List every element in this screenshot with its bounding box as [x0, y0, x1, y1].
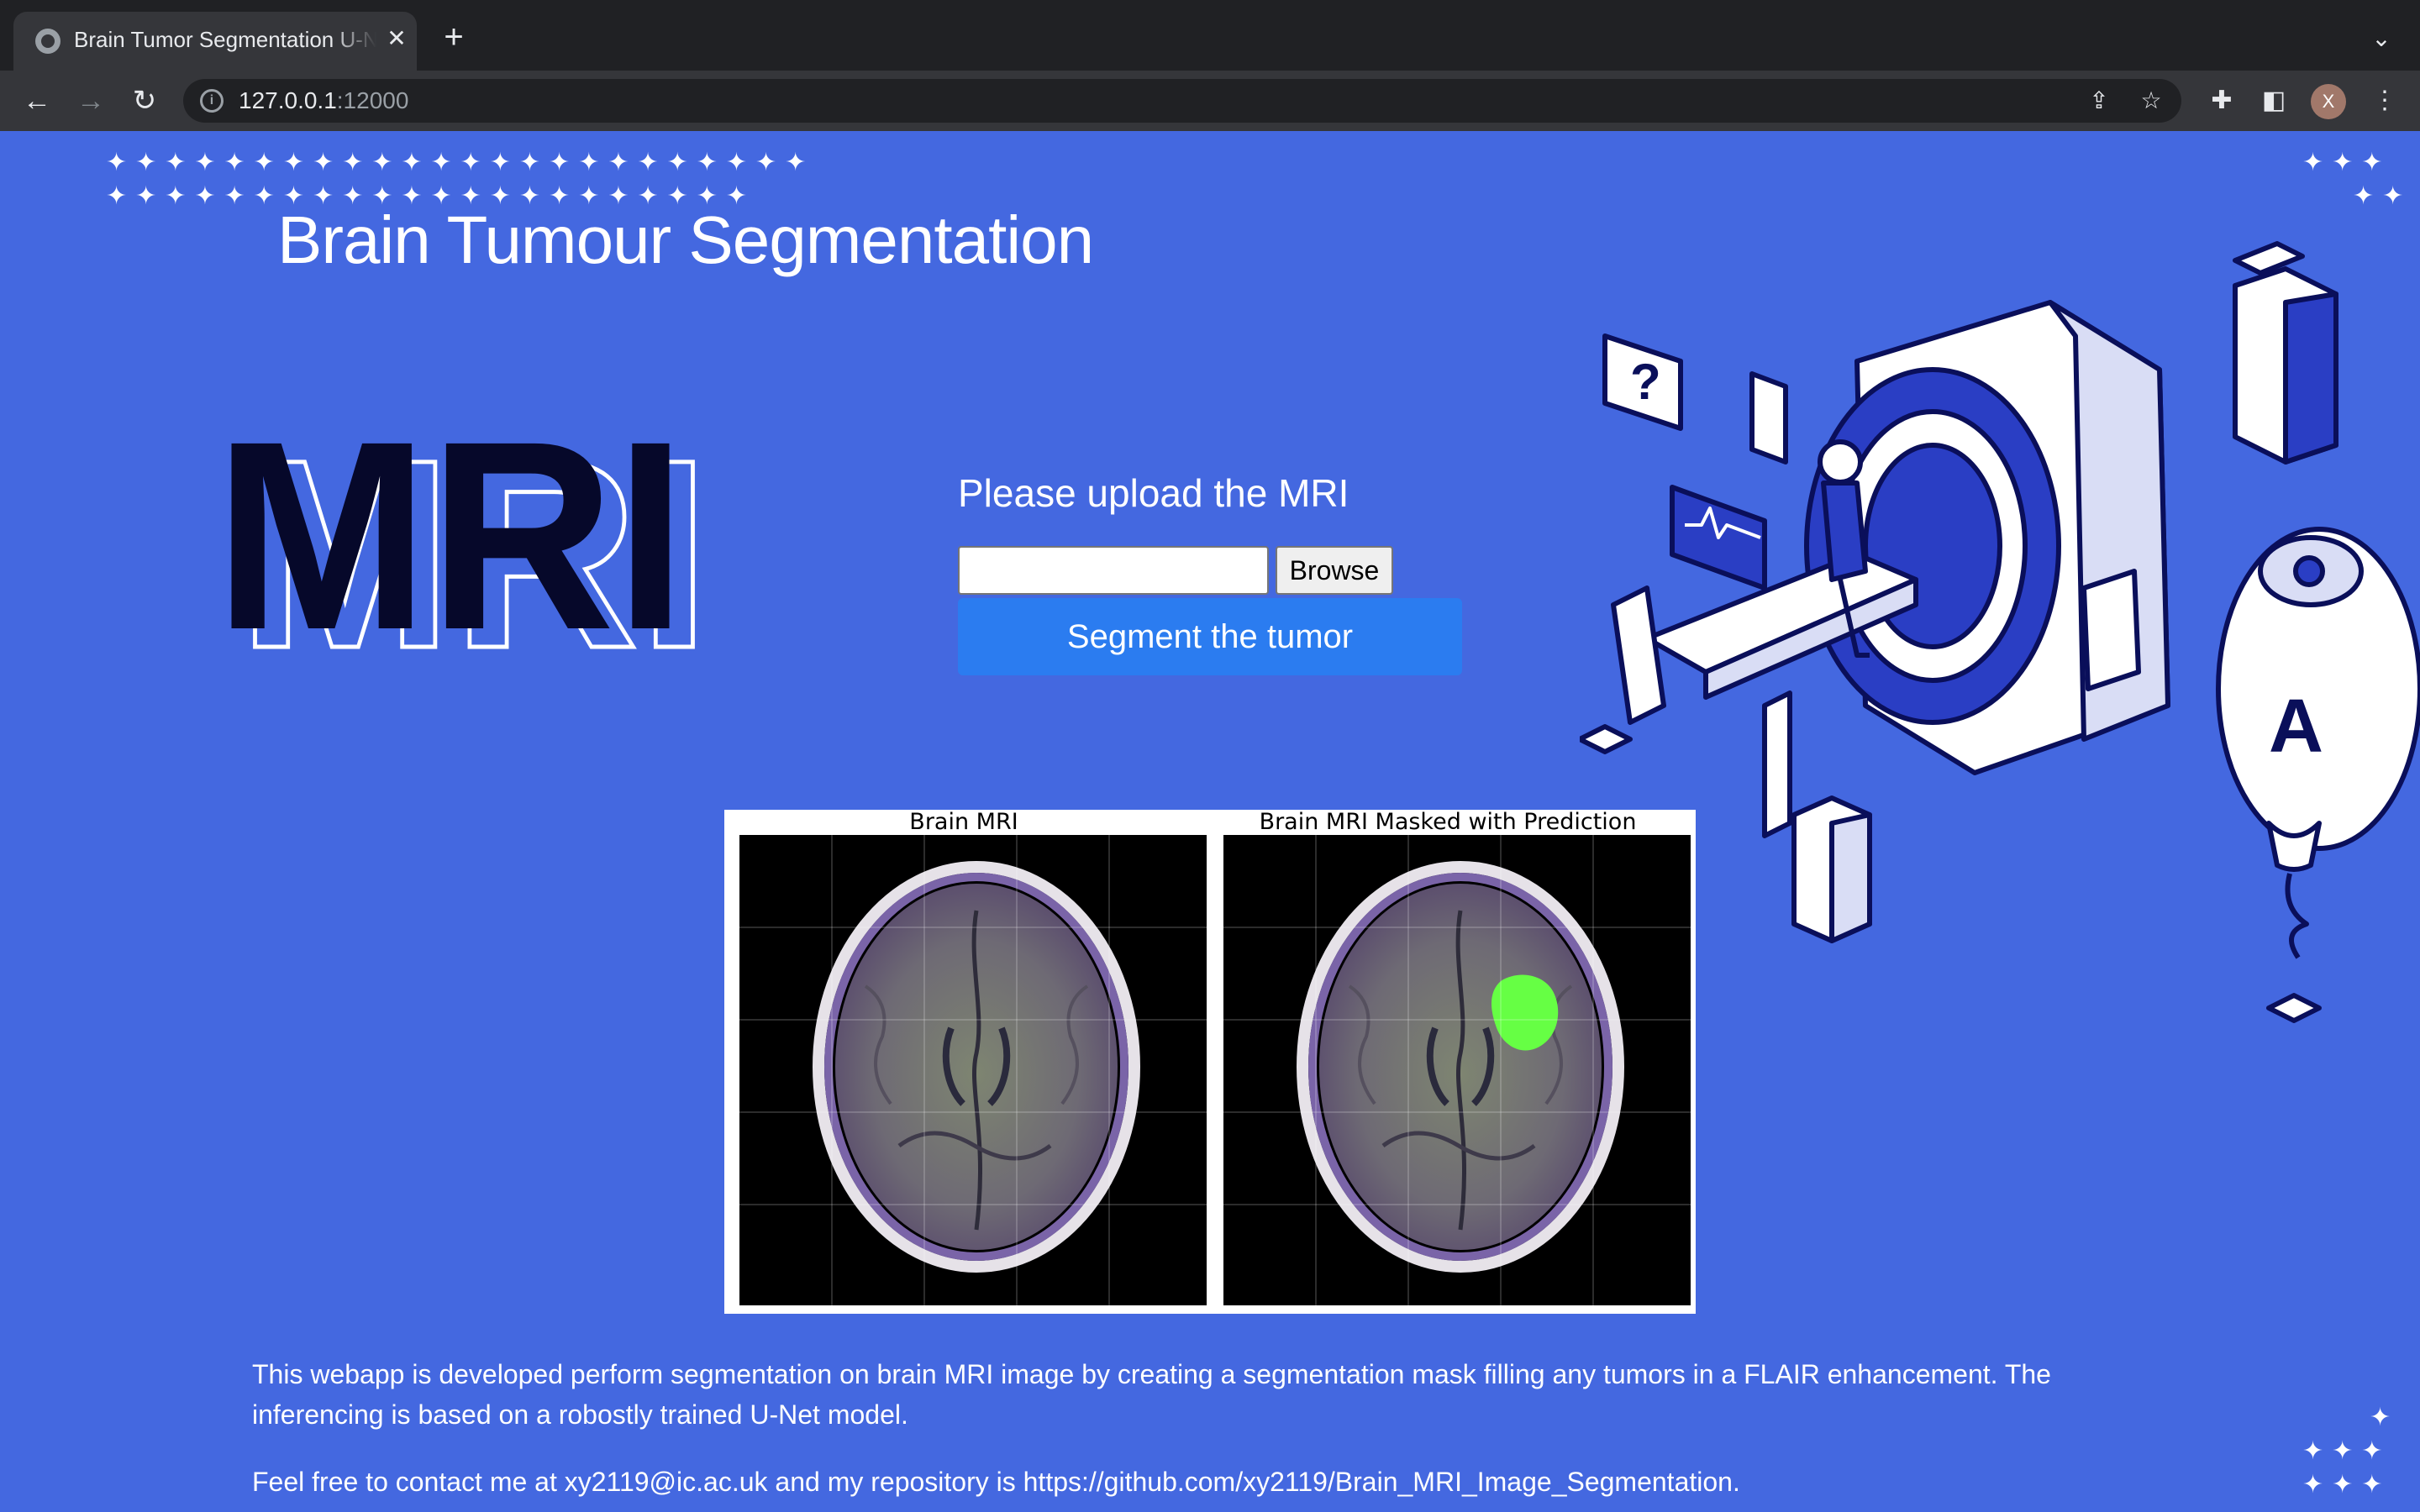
browser-toolbar: ← → ↻ i 127.0.0.1:12000 ⇪ ☆ [0, 71, 2420, 131]
url-text: 127.0.0.1:12000 [239, 87, 409, 113]
sparkle-decoration: ✦✦ [2353, 182, 2412, 210]
mri-scanner-illustration: ? A [1580, 241, 2420, 1023]
tab-title: Brain Tumor Segmentation U-Net [74, 27, 376, 52]
brain-mri-panel: Brain MRI [724, 809, 1207, 1314]
sparkle-decoration: ✦✦✦ [2302, 149, 2391, 176]
menu-icon[interactable]: ⋮ [2368, 84, 2402, 118]
extensions-icon[interactable]: ✚ [2205, 84, 2238, 118]
side-panel-icon[interactable]: ◧ [2257, 84, 2291, 118]
close-icon[interactable]: ✕ [381, 24, 412, 54]
forward-arrow-icon[interactable]: → [74, 84, 108, 118]
svg-text:MRI: MRI [214, 420, 687, 672]
new-tab-button[interactable]: + [437, 20, 471, 54]
address-bar[interactable]: i 127.0.0.1:12000 ⇪ ☆ [183, 79, 2181, 123]
browse-button[interactable]: Browse [1276, 546, 1393, 595]
sparkle-decoration: ✦✦✦ [2302, 1437, 2391, 1465]
reload-icon[interactable]: ↻ [128, 84, 161, 118]
app-description: This webapp is developed perform segment… [252, 1359, 2051, 1430]
file-path-input[interactable] [958, 546, 1269, 595]
globe-icon [35, 29, 60, 54]
brain-mri-image [739, 835, 1207, 1305]
upload-label: Please upload the MRI [958, 471, 1349, 515]
page-title: Brain Tumour Segmentation [277, 202, 1094, 277]
segment-tumor-button[interactable]: Segment the tumor [958, 598, 1462, 675]
sparkle-decoration: ✦✦✦ [2302, 1471, 2391, 1499]
tab-strip: Brain Tumor Segmentation U-Net ✕ + ⌄ [0, 0, 2420, 71]
sparkle-decoration: ✦✦✦✦✦✦✦✦✦✦✦✦✦✦✦✦✦✦✦✦✦✦✦✦ [106, 149, 815, 176]
back-arrow-icon[interactable]: ← [20, 84, 54, 118]
browser-tab[interactable]: Brain Tumor Segmentation U-Net ✕ [13, 12, 417, 71]
share-icon[interactable]: ⇪ [2086, 87, 2112, 114]
sparkle-decoration: ✦ [2370, 1404, 2400, 1431]
chevron-down-icon[interactable]: ⌄ [2365, 22, 2398, 55]
star-icon[interactable]: ☆ [2138, 87, 2165, 114]
contact-info: Feel free to contact me at xy2119@ic.ac.… [252, 1467, 1740, 1497]
profile-avatar[interactable]: X [2311, 84, 2346, 119]
svg-text:A: A [2269, 685, 2323, 769]
result-figure: Brain MRI Brain MRI Masked with Predicti… [724, 810, 1696, 1314]
svg-text:?: ? [1630, 354, 1661, 410]
mri-logo: MRI MRI [214, 420, 713, 672]
site-info-icon[interactable]: i [200, 89, 224, 113]
panel-title-brain-mri: Brain MRI [909, 809, 1018, 835]
